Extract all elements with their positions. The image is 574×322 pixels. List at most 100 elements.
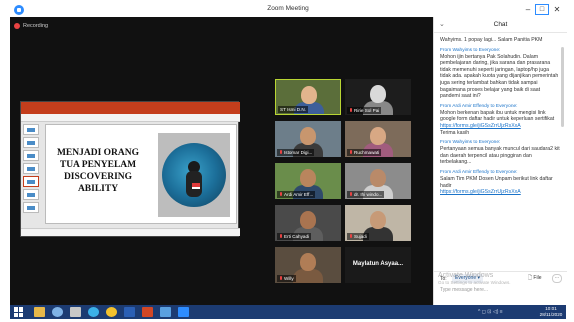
chat-message: From Ardi Amir Effendy to Everyone: Salam… — [440, 170, 560, 196]
participant-name-label: dr. Ihi windo... — [347, 191, 385, 198]
chat-sender: From Wahyims to Everyone: — [440, 140, 501, 146]
shared-presentation: MENJADI ORANG TUA PENYELAM DISCOVERING A… — [20, 101, 240, 237]
participant-face — [300, 169, 316, 187]
recording-dot-icon — [14, 23, 20, 29]
chat-messages[interactable]: Wahyims. 1 popay lagi... Salam Panitia P… — [440, 37, 560, 269]
diver-photo — [158, 133, 230, 217]
slide-thumbnail — [23, 124, 39, 135]
microphone-muted-icon — [349, 234, 353, 239]
participant-name: Willy — [284, 276, 294, 281]
participant-tile[interactable]: Willy — [275, 247, 341, 283]
taskbar-clock[interactable]: 10:01 28/11/2020 — [537, 306, 565, 318]
participant-tile[interactable]: ST Ismi D.N. — [275, 79, 341, 115]
scuba-diver-figure — [184, 161, 204, 197]
chat-message-input[interactable]: Type message here... — [440, 286, 560, 302]
microphone-muted-icon — [349, 150, 353, 155]
chat-message-text: Pertanyaan semua banyak muncul dari saud… — [440, 146, 560, 166]
zoom-screenshot: Zoom Meeting – □ ✕ Recording MENJADI ORA… — [0, 0, 574, 322]
browser-icon[interactable] — [52, 307, 63, 317]
participant-face — [300, 253, 316, 271]
powerpoint-title-bar — [21, 102, 240, 114]
participant-tile[interactable]: dr. Ihi windo... — [345, 163, 411, 199]
slide-thumbnail-active — [23, 176, 39, 187]
slide-thumbnails — [23, 124, 41, 228]
participant-face — [370, 211, 386, 229]
microphone-muted-icon — [349, 192, 353, 197]
maximize-button[interactable]: □ — [535, 4, 549, 15]
window-title-bar: Zoom Meeting – □ ✕ — [10, 4, 566, 16]
chat-sender: From Ardi Amir Effendy to Everyone: — [440, 103, 518, 109]
microphone-muted-icon — [279, 234, 283, 239]
participant-name: Istomar Digi... — [284, 150, 313, 155]
participant-tile[interactable]: Ririe Sol Pai — [345, 79, 411, 115]
close-button[interactable]: ✕ — [550, 4, 564, 15]
participant-name-label: Willy — [277, 275, 296, 282]
participant-body — [293, 269, 323, 283]
participant-name-label: Ririe Sol Pai — [347, 107, 382, 114]
participant-tile[interactable]: Erti Cahyadi — [275, 205, 341, 241]
activate-windows-watermark: Activate Windows Go to Settings to activ… — [438, 272, 568, 285]
participant-name-label: Ruchmawati — [347, 149, 382, 156]
microphone-muted-icon — [349, 108, 353, 113]
window-title: Zoom Meeting — [267, 5, 309, 12]
participant-name: Ririe Sol Pai — [354, 108, 380, 113]
flag-icon — [192, 183, 200, 189]
word-icon[interactable] — [124, 307, 135, 317]
app-icon[interactable] — [88, 307, 99, 317]
slide-thumbnail — [23, 137, 39, 148]
recording-indicator: Recording — [14, 21, 48, 31]
chat-message: From Wahyims to Everyone: Pertanyaan semu… — [440, 140, 560, 166]
participant-face — [370, 127, 386, 145]
slide-thumbnail — [23, 202, 39, 213]
participant-tile[interactable]: Maylatun Asyaa... — [345, 247, 411, 283]
file-explorer-icon[interactable] — [34, 307, 45, 317]
video-gallery: ST Ismi D.N. Ririe Sol Pai Istomar Digi...… — [275, 79, 411, 309]
participant-tile[interactable]: Ardi Amir Eff... — [275, 163, 341, 199]
chrome-icon[interactable] — [106, 307, 117, 317]
microphone-muted-icon — [279, 192, 283, 197]
participant-tile[interactable]: Sujadi — [345, 205, 411, 241]
participant-name: Sujadi — [354, 234, 367, 239]
clock-date: 28/11/2020 — [539, 312, 563, 317]
windows-taskbar: ^ ◻ ⊡ ◁) ≡ 10:01 28/11/2020 — [10, 305, 566, 319]
chat-message-text: Salam Tim PKM Dosen Unpam berikut link d… — [440, 175, 553, 189]
chat-link[interactable]: https://forms.gle/jiGSsZrrUjzRsXxA — [440, 189, 560, 196]
chat-message: From Wahyims to Everyone: Mohon ijin bert… — [440, 48, 560, 100]
participant-name-label: Istomar Digi... — [277, 149, 315, 156]
participant-name-label: Sujadi — [347, 233, 369, 240]
participant-tile[interactable]: Istomar Digi... — [275, 121, 341, 157]
participant-name: Ruchmawati — [354, 150, 380, 155]
chat-panel: ⌄ Chat Wahyims. 1 popay lagi... Salam Pa… — [433, 17, 567, 305]
recording-label: Recording — [23, 23, 49, 29]
chat-sender: From Ardi Amir Effendy to Everyone: — [440, 169, 518, 175]
participant-name-display: Maylatun Asyaa... — [352, 261, 404, 267]
microphone-muted-icon — [279, 150, 283, 155]
slide-thumbnail — [23, 150, 39, 161]
minimize-button[interactable]: – — [522, 4, 534, 15]
chat-message-text: Wahyims. 1 popay lagi... Salam Panitia P… — [440, 37, 543, 43]
participant-face — [300, 211, 316, 229]
media-icon[interactable] — [70, 307, 81, 317]
photos-icon[interactable] — [160, 307, 171, 317]
meeting-area: Recording MENJADI ORANG TUA PENYELAM DIS… — [10, 17, 433, 305]
watermark-subtitle: Go to Settings to activate Windows. — [438, 280, 511, 285]
current-slide: MENJADI ORANG TUA PENYELAM DISCOVERING A… — [45, 124, 237, 224]
chat-scrollbar[interactable] — [561, 47, 564, 127]
powerpoint-status-bar — [21, 228, 240, 236]
watermark-title: Activate Windows — [438, 272, 494, 279]
chat-header: ⌄ Chat — [434, 17, 567, 33]
system-tray-icons[interactable]: ^ ◻ ⊡ ◁) ≡ — [478, 309, 503, 315]
chat-link[interactable]: https://forms.gle/jiGSsZrrUjzRsXxA — [440, 123, 560, 130]
chat-message-text: Mohon ijin bertanya Pak Solahudin. Dalam… — [440, 53, 559, 100]
chat-message-text: Mohon berkenan bapak ibu untuk mengisi l… — [440, 109, 555, 123]
slide-thumbnail — [23, 189, 39, 200]
slide-thumbnail — [23, 163, 39, 174]
participant-face — [370, 169, 386, 187]
diver-photo-circle — [162, 143, 226, 207]
slide-title: MENJADI ORANG TUA PENYELAM DISCOVERING A… — [56, 148, 140, 194]
participant-tile[interactable]: Ruchmawati — [345, 121, 411, 157]
zoom-taskbar-icon[interactable] — [178, 307, 189, 317]
windows-start-icon[interactable] — [14, 307, 24, 317]
powerpoint-icon[interactable] — [142, 307, 153, 317]
participant-name-label: Erti Cahyadi — [277, 233, 312, 240]
